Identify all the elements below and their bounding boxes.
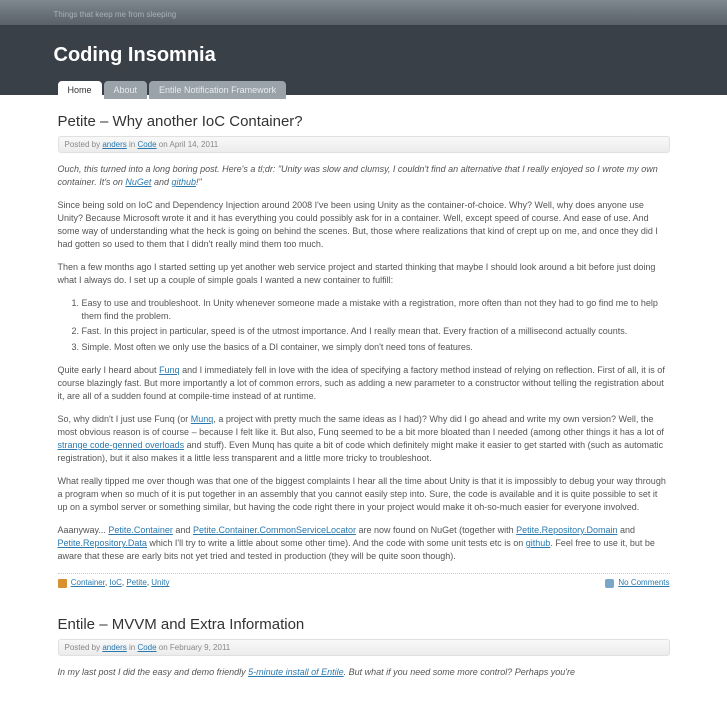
list-item: Fast. In this project in particular, spe… (82, 325, 670, 338)
text: . But what if you need some more control… (344, 667, 575, 677)
goals-list: Easy to use and troubleshoot. In Unity w… (82, 297, 670, 353)
entile-install-link[interactable]: 5-minute install of Entile (248, 667, 344, 677)
nav-tab-entile[interactable]: Entile Notification Framework (149, 81, 286, 99)
tag-icon (58, 579, 67, 588)
meta-date: April 14, 2011 (169, 140, 218, 149)
content-area: Petite – Why another IoC Container? Post… (54, 105, 674, 719)
meta-in: in (127, 643, 138, 652)
meta-on: on (157, 140, 170, 149)
petite-repo-data-link[interactable]: Petite.Repository.Data (58, 538, 147, 548)
github-link[interactable]: github (526, 538, 551, 548)
meta-in: in (127, 140, 138, 149)
petite-container-link[interactable]: Petite.Container (108, 525, 173, 535)
post-footer: Container, IoC, Petite, Unity No Comment… (58, 573, 670, 587)
site-title: Coding Insomnia (54, 44, 674, 67)
text: Quite early I heard about (58, 365, 160, 375)
meta-date: February 9, 2011 (170, 643, 230, 652)
petite-csl-link[interactable]: Petite.Container.CommonServiceLocator (193, 525, 356, 535)
post-title: Entile – MVVM and Extra Information (58, 608, 670, 639)
post: Entile – MVVM and Extra Information Post… (58, 608, 670, 679)
meta-on: on (157, 643, 170, 652)
post-body: In my last post I did the easy and demo … (58, 666, 670, 679)
paragraph: Aaanyway... Petite.Container and Petite.… (58, 524, 670, 563)
text: are now found on NuGet (together with (356, 525, 516, 535)
nav-tab-about[interactable]: About (104, 81, 148, 99)
author-link[interactable]: anders (102, 643, 126, 652)
tag-link[interactable]: Container (71, 578, 105, 587)
category-link[interactable]: Code (137, 643, 156, 652)
paragraph: Since being sold on IoC and Dependency I… (58, 199, 670, 251)
text: and (151, 177, 171, 187)
intro-paragraph: Ouch, this turned into a long boring pos… (58, 163, 670, 189)
overloads-link[interactable]: strange code-genned overloads (58, 440, 185, 450)
post-title: Petite – Why another IoC Container? (58, 105, 670, 136)
main-nav: Home About Entile Notification Framework (54, 81, 674, 99)
category-link[interactable]: Code (137, 140, 156, 149)
comment-icon (605, 579, 614, 588)
list-item: Easy to use and troubleshoot. In Unity w… (82, 297, 670, 323)
nav-tab-home[interactable]: Home (58, 81, 102, 99)
text: So, why didn't I just use Funq (or (58, 414, 191, 424)
list-item: Simple. Most often we only use the basic… (82, 341, 670, 354)
text: In my last post I did the easy and demo … (58, 667, 249, 677)
intro-paragraph: In my last post I did the easy and demo … (58, 666, 670, 679)
post-body: Ouch, this turned into a long boring pos… (58, 163, 670, 563)
author-link[interactable]: anders (102, 140, 126, 149)
munq-link[interactable]: Munq (191, 414, 214, 424)
text: Aaanyway... (58, 525, 109, 535)
post-meta: Posted by anders in Code on February 9, … (58, 639, 670, 656)
meta-prefix: Posted by (65, 643, 103, 652)
text: !" (196, 177, 202, 187)
paragraph: Quite early I heard about Funq and I imm… (58, 364, 670, 403)
meta-prefix: Posted by (65, 140, 103, 149)
tag-list: Container, IoC, Petite, Unity (58, 578, 170, 587)
tag-link[interactable]: Unity (151, 578, 169, 587)
github-link[interactable]: github (171, 177, 196, 187)
text: and (173, 525, 193, 535)
text: which I'll try to write a little about s… (147, 538, 526, 548)
tag-link[interactable]: Petite (126, 578, 146, 587)
paragraph: Then a few months ago I started setting … (58, 261, 670, 287)
petite-repo-domain-link[interactable]: Petite.Repository.Domain (516, 525, 617, 535)
paragraph: So, why didn't I just use Funq (or Munq,… (58, 413, 670, 465)
comments-link[interactable]: No Comments (618, 578, 669, 587)
nuget-link[interactable]: NuGet (125, 177, 151, 187)
funq-link[interactable]: Funq (159, 365, 180, 375)
comments-block: No Comments (605, 578, 669, 587)
post-meta: Posted by anders in Code on April 14, 20… (58, 136, 670, 153)
site-tagline: Things that keep me from sleeping (54, 8, 674, 25)
post: Petite – Why another IoC Container? Post… (58, 105, 670, 588)
paragraph: What really tipped me over though was th… (58, 475, 670, 514)
tag-link[interactable]: IoC (109, 578, 121, 587)
text: and (618, 525, 636, 535)
